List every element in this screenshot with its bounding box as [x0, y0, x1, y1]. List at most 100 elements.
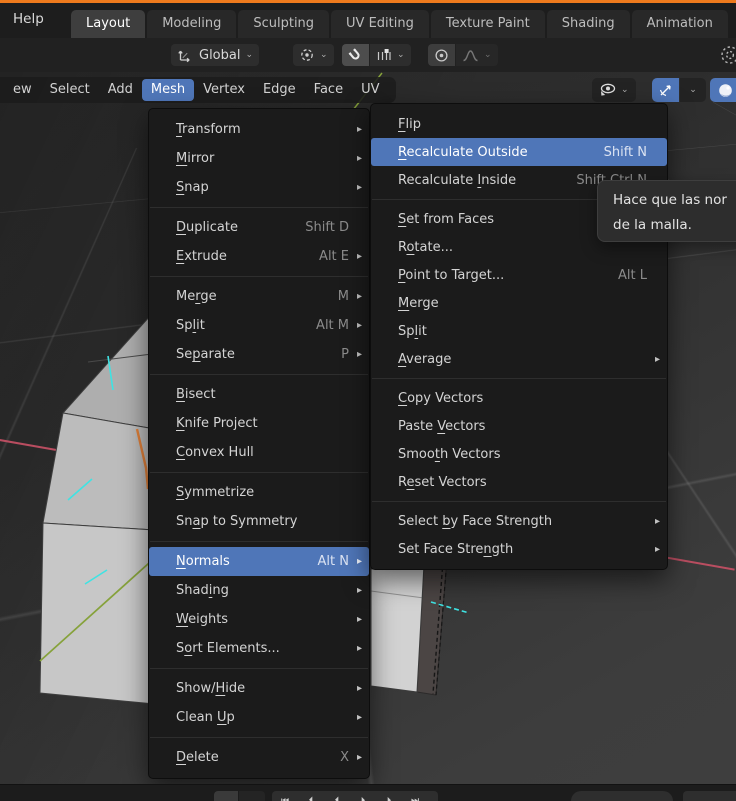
menu-item-label: Split: [398, 323, 427, 339]
viewport-menubar: ew Select Add Mesh Vertex Edge Face UV: [0, 77, 396, 103]
tool-settings-bar: Global ⌄ ⌄ ⌄ ⌄: [0, 38, 736, 72]
submenu-arrow-icon: ▸: [356, 153, 362, 164]
menu-item-label: Copy Vectors: [398, 390, 484, 406]
menu-separator: [150, 276, 368, 277]
gizmo-dropdown[interactable]: ⌄: [680, 78, 706, 102]
submenu-arrow-icon: ▸: [356, 349, 362, 360]
submenu-arrow-icon: ▸: [356, 124, 362, 135]
menu-item-separate[interactable]: Separate P ▸: [149, 340, 369, 369]
menu-item-label: Merge: [398, 295, 439, 311]
menu-item-label: Symmetrize: [176, 485, 255, 500]
tab-layout[interactable]: Layout: [71, 10, 146, 38]
menu-item-label: Smooth Vectors: [398, 446, 501, 462]
viewport-menu-mesh[interactable]: Mesh: [141, 79, 195, 101]
menu-item-merge[interactable]: Merge M ▸: [149, 282, 369, 311]
menu-item-shortcut: Alt E: [319, 249, 349, 264]
menu-item-label: Average: [398, 351, 452, 367]
tab-sculpting[interactable]: Sculpting: [238, 10, 330, 38]
menu-item-label: Select by Face Strength: [398, 513, 553, 529]
menu-item-set-face-strength[interactable]: Set Face Strength ▸: [371, 535, 667, 563]
menu-item-average[interactable]: Average ▸: [371, 345, 667, 373]
menu-item-split[interactable]: Split Alt M ▸: [149, 311, 369, 340]
object-visibility-dropdown[interactable]: ⌄: [592, 78, 636, 102]
menu-item-label: Shading: [176, 583, 229, 598]
menu-item-normals[interactable]: Normals Alt N ▸: [149, 547, 369, 576]
menu-item-symmetrize[interactable]: Symmetrize: [149, 478, 369, 507]
menu-item-label: Set from Faces: [398, 211, 495, 227]
eye-icon: [600, 83, 616, 96]
viewport-menu-uv[interactable]: UV: [352, 79, 388, 101]
gizmo-group: ⌄: [652, 78, 706, 102]
help-menu[interactable]: Help: [13, 11, 44, 27]
overlap-circles-icon[interactable]: [719, 45, 736, 65]
menu-item-paste-vectors[interactable]: Paste Vectors: [371, 412, 667, 440]
menu-item-delete[interactable]: Delete X ▸: [149, 743, 369, 772]
snap-toggle-button[interactable]: [342, 44, 369, 66]
transform-orientation-icon: [178, 50, 190, 62]
menu-item-reset-vectors[interactable]: Reset Vectors: [371, 468, 667, 496]
cube2-front-face: [370, 563, 425, 693]
pivot-point-dropdown[interactable]: ⌄: [293, 44, 334, 66]
viewport-menu-face[interactable]: Face: [305, 79, 352, 101]
snap-increment-icon: [377, 48, 391, 60]
menu-item-label: Recalculate Outside: [398, 144, 528, 160]
menu-item-smooth-vectors[interactable]: Smooth Vectors: [371, 440, 667, 468]
chevron-down-icon: ⌄: [320, 50, 328, 60]
menu-item-show-hide[interactable]: Show/Hide ▸: [149, 674, 369, 703]
menu-item-label: Normals: [176, 554, 230, 569]
menu-item-bisect[interactable]: Bisect: [149, 380, 369, 409]
tab-uv-editing[interactable]: UV Editing: [331, 10, 429, 38]
menu-item-recalculate-outside[interactable]: Recalculate Outside Shift N: [371, 138, 667, 166]
viewport-shading-button[interactable]: [710, 78, 736, 102]
menu-item-duplicate[interactable]: Duplicate Shift D: [149, 213, 369, 242]
menu-separator: [150, 668, 368, 669]
proportional-editing-icon: [435, 48, 448, 62]
show-gizmo-button[interactable]: [652, 78, 679, 102]
menu-item-sort-elements[interactable]: Sort Elements... ▸: [149, 634, 369, 663]
menu-item-shortcut: Shift N: [603, 144, 647, 160]
submenu-arrow-icon: ▸: [654, 515, 660, 527]
tab-shading[interactable]: Shading: [546, 10, 630, 38]
menu-item-copy-vectors[interactable]: Copy Vectors: [371, 384, 667, 412]
menu-item-point-to-target[interactable]: Point to Target... Alt L: [371, 261, 667, 289]
menu-item-merge[interactable]: Merge: [371, 289, 667, 317]
menu-item-label: Delete: [176, 750, 219, 765]
menu-item-shading[interactable]: Shading ▸: [149, 576, 369, 605]
menu-item-extrude[interactable]: Extrude Alt E ▸: [149, 242, 369, 271]
submenu-arrow-icon: ▸: [356, 291, 362, 302]
menu-item-select-by-face-strength[interactable]: Select by Face Strength ▸: [371, 507, 667, 535]
falloff-curve-icon: [463, 49, 478, 61]
menu-item-label: Bisect: [176, 387, 216, 402]
viewport-menu-select[interactable]: Select: [41, 79, 99, 101]
menu-item-snap[interactable]: Snap ▸: [149, 173, 369, 202]
menu-separator: [150, 472, 368, 473]
tab-animation[interactable]: Animation: [631, 10, 728, 38]
menu-item-flip[interactable]: Flip: [371, 110, 667, 138]
menu-item-shortcut: M: [337, 289, 349, 304]
transform-orientation-dropdown[interactable]: Global ⌄: [171, 44, 260, 66]
proportional-editing-button[interactable]: [428, 44, 455, 66]
viewport-menu-add[interactable]: Add: [99, 79, 142, 101]
menu-item-snap-to-symmetry[interactable]: Snap to Symmetry: [149, 507, 369, 536]
menu-item-mirror[interactable]: Mirror ▸: [149, 144, 369, 173]
mesh-menu: Transform ▸ Mirror ▸ Snap ▸ Duplicate Shift D Ex…: [148, 108, 370, 779]
menu-item-knife-project[interactable]: Knife Project: [149, 409, 369, 438]
menu-item-split[interactable]: Split: [371, 317, 667, 345]
submenu-arrow-icon: ▸: [654, 543, 660, 555]
viewport-menu-ew[interactable]: ew: [4, 79, 41, 101]
menu-item-clean-up[interactable]: Clean Up ▸: [149, 703, 369, 732]
tab-modeling[interactable]: Modeling: [147, 10, 237, 38]
tab-texture-paint[interactable]: Texture Paint: [430, 10, 545, 38]
menu-item-label: Set Face Strength: [398, 541, 514, 557]
pivot-point-icon: [301, 49, 313, 61]
snap-with-dropdown[interactable]: ⌄: [370, 44, 411, 66]
viewport-menu-edge[interactable]: Edge: [254, 79, 305, 101]
menu-item-weights[interactable]: Weights ▸: [149, 605, 369, 634]
3d-viewport[interactable]: ew Select Add Mesh Vertex Edge Face UV ⌄ ⌄ Tran…: [0, 72, 736, 784]
falloff-dropdown[interactable]: ⌄: [456, 44, 498, 66]
viewport-menu-vertex[interactable]: Vertex: [194, 79, 254, 101]
menu-item-convex-hull[interactable]: Convex Hull: [149, 438, 369, 467]
menu-item-label: Weights: [176, 612, 229, 627]
menu-item-transform[interactable]: Transform ▸: [149, 115, 369, 144]
submenu-arrow-icon: ▸: [356, 585, 362, 596]
